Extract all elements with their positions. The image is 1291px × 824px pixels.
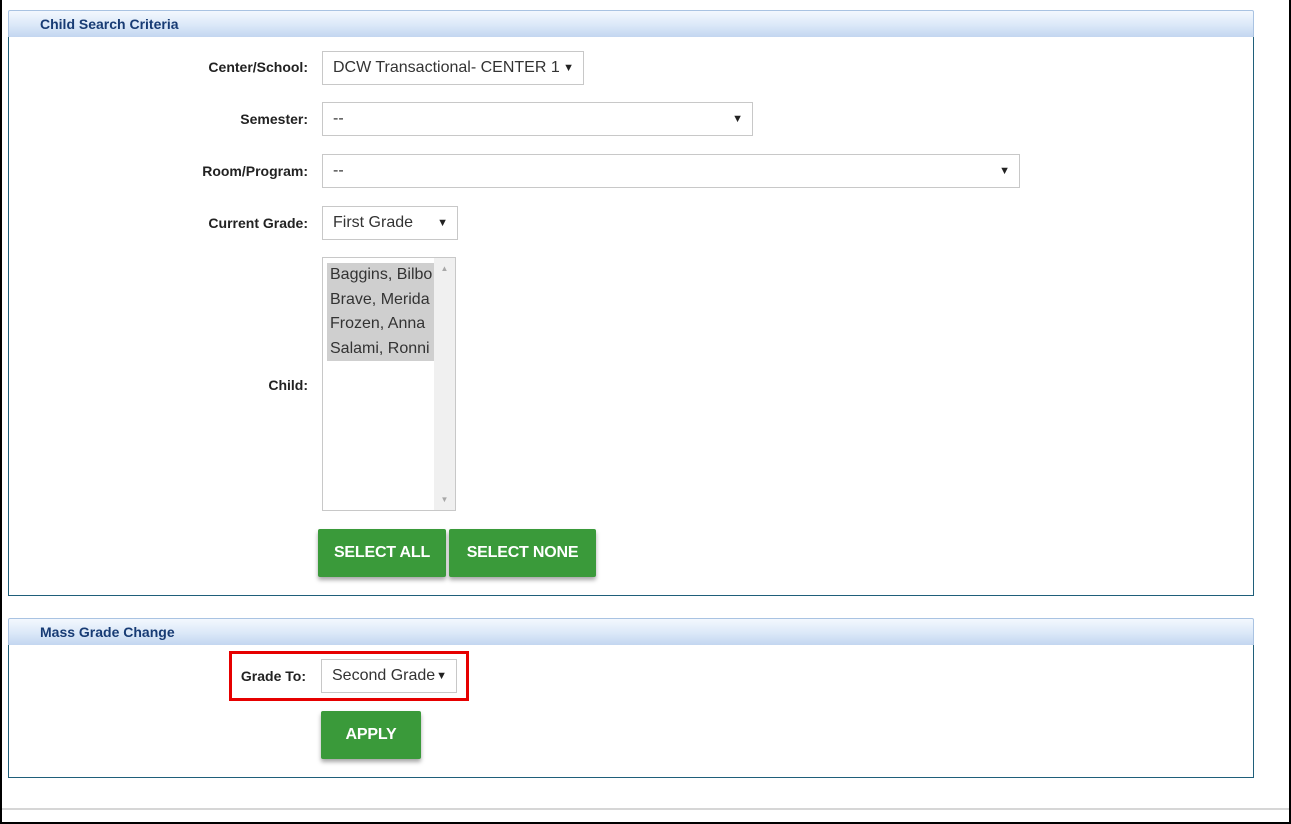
child-option[interactable]: Frozen, Anna bbox=[327, 312, 434, 337]
mass-grade-change-panel bbox=[8, 645, 1254, 778]
semester-value: -- bbox=[333, 110, 344, 127]
current-grade-select[interactable]: First Grade ▼ bbox=[322, 206, 458, 240]
room-program-select[interactable]: -- ▼ bbox=[322, 154, 1020, 188]
center-school-value: DCW Transactional- CENTER 1 bbox=[333, 59, 560, 76]
child-option[interactable]: Baggins, Bilbo bbox=[327, 263, 434, 288]
child-listbox[interactable]: Baggins, Bilbo Brave, Merida Frozen, Ann… bbox=[322, 257, 456, 511]
apply-button[interactable]: APPLY bbox=[321, 711, 421, 759]
scroll-up-icon[interactable]: ▲ bbox=[434, 264, 455, 273]
center-school-select[interactable]: DCW Transactional- CENTER 1 ▼ bbox=[322, 51, 584, 85]
listbox-scrollbar[interactable]: ▲ ▼ bbox=[434, 258, 455, 510]
chevron-down-icon: ▼ bbox=[999, 165, 1010, 177]
room-program-value: -- bbox=[333, 162, 344, 179]
child-search-criteria-header: Child Search Criteria bbox=[8, 10, 1254, 38]
room-program-label: Room/Program: bbox=[202, 163, 308, 179]
chevron-down-icon: ▼ bbox=[437, 217, 448, 229]
semester-label: Semester: bbox=[240, 111, 308, 127]
chevron-down-icon: ▼ bbox=[732, 113, 743, 125]
select-all-button[interactable]: SELECT ALL bbox=[318, 529, 446, 577]
current-grade-label: Current Grade: bbox=[208, 215, 308, 231]
grade-to-highlight-box bbox=[229, 651, 469, 701]
scroll-down-icon[interactable]: ▼ bbox=[434, 495, 455, 504]
mass-grade-change-header: Mass Grade Change bbox=[8, 618, 1254, 646]
center-school-label: Center/School: bbox=[208, 59, 308, 75]
semester-select[interactable]: -- ▼ bbox=[322, 102, 753, 136]
child-option[interactable]: Brave, Merida bbox=[327, 287, 434, 312]
footer-divider bbox=[2, 808, 1289, 810]
child-label: Child: bbox=[268, 377, 308, 393]
current-grade-value: First Grade bbox=[333, 214, 414, 231]
chevron-down-icon: ▼ bbox=[563, 62, 574, 74]
child-option[interactable]: Salami, Ronni bbox=[327, 336, 434, 361]
select-none-button[interactable]: SELECT NONE bbox=[449, 529, 596, 577]
